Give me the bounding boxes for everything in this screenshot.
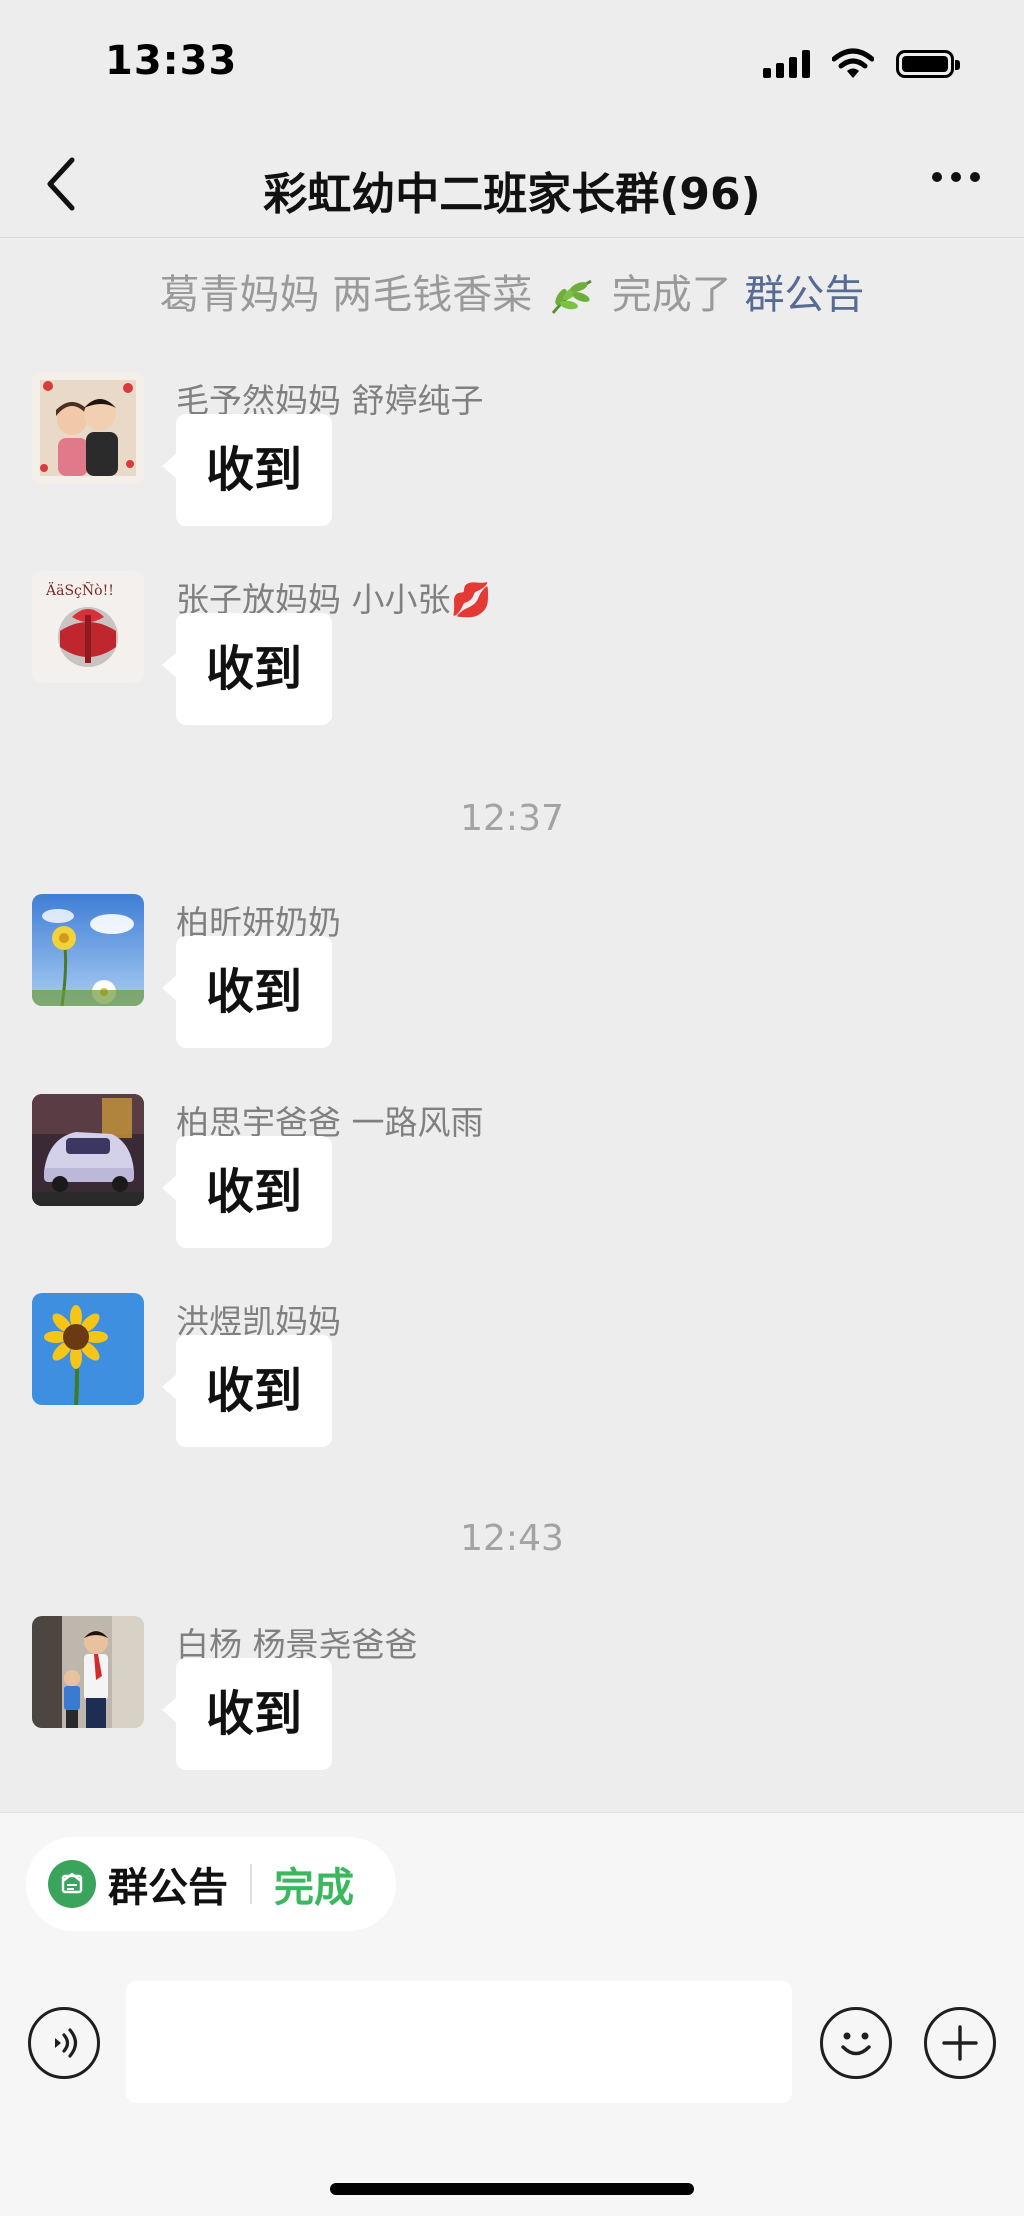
announcement-banner[interactable]: 葛青妈妈 两毛钱香菜 完成了 群公告	[0, 262, 1024, 320]
announcement-icon	[48, 1860, 96, 1908]
plus-icon	[942, 2025, 978, 2061]
message-input[interactable]	[126, 1981, 792, 2103]
message-item: 柏昕妍奶奶 收到	[32, 894, 992, 1074]
status-icons	[763, 48, 960, 80]
more-options-icon[interactable]	[932, 172, 980, 182]
message-bubble[interactable]: 收到	[161, 1335, 333, 1447]
chat-title: 彩虹幼中二班家长群(96)	[263, 169, 761, 220]
done-button[interactable]: 完成	[274, 1855, 354, 1913]
svg-text:ÄäSçÑò!!: ÄäSçÑò!!	[45, 581, 114, 599]
message-item: ÄäSçÑò!! 张子放妈妈 小小张💋 收到	[32, 571, 992, 751]
avatar-car-photo[interactable]	[32, 1094, 144, 1206]
message-bubble[interactable]: 收到	[161, 1136, 333, 1248]
announcement-quick-reply[interactable]: 群公告 完成	[26, 1837, 396, 1931]
voice-icon	[55, 2028, 78, 2058]
group-announcement-link[interactable]: 群公告	[744, 272, 864, 318]
message-bubble[interactable]: 收到	[161, 414, 333, 526]
message-bubble[interactable]: 收到	[161, 1658, 333, 1770]
wifi-icon	[832, 48, 874, 78]
cellular-signal-icon	[763, 50, 810, 78]
announcement-text: 葛青妈妈 两毛钱香菜	[159, 272, 533, 318]
avatar-boys-photo[interactable]	[32, 1616, 144, 1728]
announcement-status: 完成了	[611, 272, 732, 318]
battery-icon	[896, 50, 960, 78]
message-item: 柏思宇爸爸 一路风雨 收到	[32, 1094, 992, 1274]
kiss-emoji-icon: 💋	[450, 580, 492, 619]
avatar-flower-sky-photo[interactable]	[32, 894, 144, 1006]
emoji-button[interactable]	[820, 2007, 892, 2079]
avatar-children-photo[interactable]	[32, 372, 144, 484]
bottom-toolbar: 群公告 完成	[0, 1812, 1024, 2216]
voice-input-button[interactable]	[28, 2007, 100, 2079]
message-item: 毛予然妈妈 舒婷纯子 收到	[32, 372, 992, 552]
message-item: 洪煜凯妈妈 收到	[32, 1293, 992, 1473]
message-bubble[interactable]: 收到	[161, 613, 333, 725]
smiley-icon	[841, 2032, 871, 2056]
divider	[250, 1864, 252, 1904]
home-indicator	[330, 2183, 694, 2195]
timestamp: 12:43	[460, 1518, 564, 1559]
announcement-label: 群公告	[108, 1865, 228, 1911]
avatar-sunflower-photo[interactable]	[32, 1293, 144, 1405]
more-functions-button[interactable]	[924, 2007, 996, 2079]
nav-bar: 彩虹幼中二班家长群(96)	[0, 120, 1024, 238]
leaf-emoji-icon	[551, 279, 592, 314]
message-item: 白杨 杨景尧爸爸 收到	[32, 1616, 992, 1796]
status-time: 13:33	[105, 38, 238, 84]
timestamp: 12:37	[460, 798, 564, 839]
message-bubble[interactable]: 收到	[161, 936, 333, 1048]
avatar-gift-photo[interactable]: ÄäSçÑò!!	[32, 571, 144, 683]
